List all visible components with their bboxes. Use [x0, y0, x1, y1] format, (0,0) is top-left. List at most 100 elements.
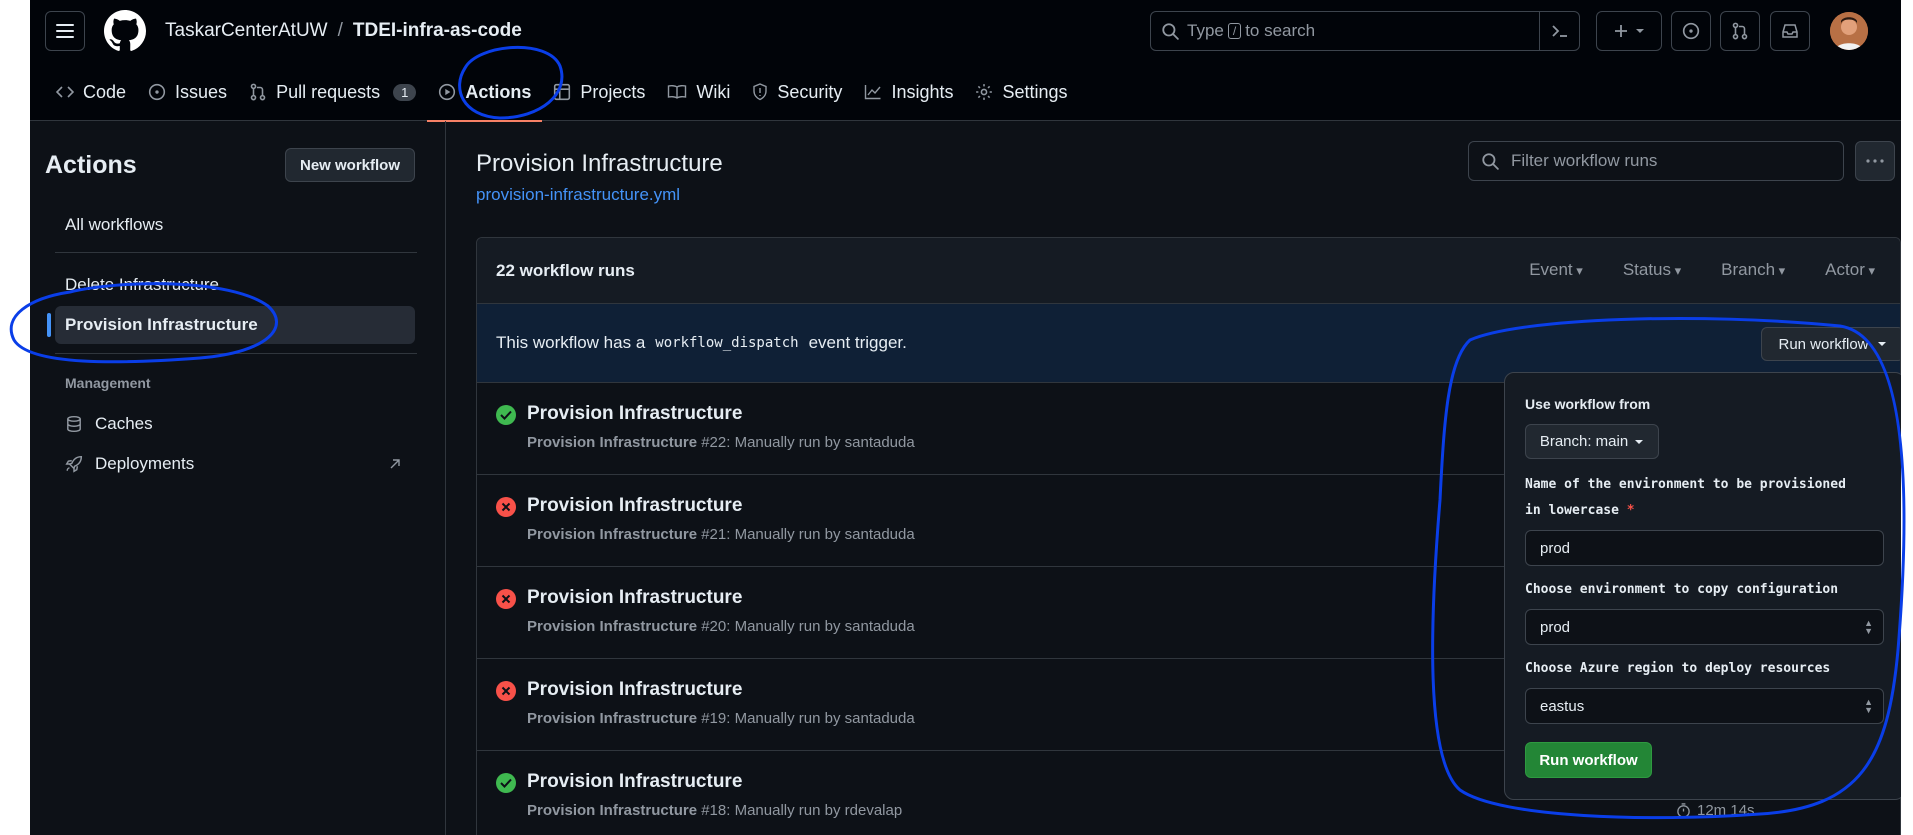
avatar-image: [1830, 12, 1868, 50]
branch-label: Branch: main: [1539, 433, 1629, 450]
tab-issues[interactable]: Issues: [137, 72, 238, 112]
tab-security[interactable]: Security: [741, 72, 853, 112]
sidebar-item-label: Deployments: [95, 454, 195, 473]
sidebar-item-provision-infrastructure[interactable]: Provision Infrastructure: [47, 306, 415, 344]
create-new-button[interactable]: [1596, 11, 1662, 51]
run-workflow-dropdown-button[interactable]: Run workflow: [1761, 327, 1900, 361]
dispatch-code: workflow_dispatch: [655, 335, 799, 351]
x-circle-icon: [496, 681, 516, 701]
run-subtitle: Provision Infrastructure #20: Manually r…: [527, 618, 915, 635]
copy-environment-label: Choose environment to copy configuration: [1525, 582, 1839, 597]
inbox-button[interactable]: [1770, 11, 1810, 51]
tab-wiki[interactable]: Wiki: [656, 72, 741, 112]
tab-insights[interactable]: Insights: [853, 72, 964, 112]
git-pull-request-icon: [250, 83, 266, 101]
run-title[interactable]: Provision Infrastructure: [527, 679, 742, 701]
repo-link[interactable]: TDEI-infra-as-code: [353, 20, 522, 42]
terminal-icon: [1551, 25, 1567, 37]
status-filter-dropdown[interactable]: Status: [1623, 260, 1681, 280]
run-title[interactable]: Provision Infrastructure: [527, 587, 742, 609]
new-workflow-button[interactable]: New workflow: [285, 148, 415, 182]
search-prefix: Type: [1187, 21, 1224, 40]
tab-actions[interactable]: Actions: [427, 72, 543, 122]
tab-label: Insights: [891, 81, 954, 102]
tab-code[interactable]: Code: [45, 72, 137, 112]
run-duration: 12m 14s: [1676, 802, 1755, 819]
run-subtitle: Provision Infrastructure #18: Manually r…: [527, 802, 902, 819]
sidebar-item-label: All workflows: [65, 215, 164, 234]
run-title[interactable]: Provision Infrastructure: [527, 495, 742, 517]
environment-name-value: prod: [1540, 539, 1571, 557]
git-pull-request-icon: [1732, 22, 1748, 40]
branch-filter-dropdown[interactable]: Branch: [1721, 260, 1785, 280]
select-arrows-icon: ▲ ▼: [1864, 618, 1873, 636]
tab-label: Issues: [175, 81, 228, 102]
sidebar-item-caches[interactable]: Caches: [55, 405, 415, 443]
workflow-file-link[interactable]: provision-infrastructure.yml: [476, 185, 680, 205]
command-palette-button[interactable]: [1539, 12, 1579, 50]
app-window: TaskarCenterAtUW / TDEI-infra-as-code Ty…: [30, 0, 1901, 835]
environment-name-label-line-2: in lowercase *: [1525, 498, 1846, 524]
breadcrumb-separator: /: [337, 20, 343, 41]
management-heading: Management: [65, 375, 151, 391]
tab-label: Security: [777, 81, 843, 102]
repo-nav-tabs: Code Issues Pull requests 1 Actions Proj…: [45, 72, 1079, 122]
tab-projects[interactable]: Projects: [542, 72, 656, 112]
run-workflow-name: Provision Infrastructure: [527, 434, 698, 451]
use-workflow-from-label: Use workflow from: [1525, 396, 1651, 412]
copy-environment-select[interactable]: prod ▲ ▼: [1525, 609, 1884, 645]
play-icon: [439, 83, 456, 101]
event-filter-dropdown[interactable]: Event: [1529, 260, 1583, 280]
sidebar-item-all-workflows[interactable]: All workflows: [55, 206, 415, 244]
github-logo-icon[interactable]: [104, 10, 146, 52]
run-workflow-name: Provision Infrastructure: [527, 618, 698, 635]
owner-link[interactable]: TaskarCenterAtUW: [165, 20, 328, 42]
azure-region-label: Choose Azure region to deploy resources: [1525, 661, 1831, 676]
run-workflow-submit-button[interactable]: Run workflow: [1525, 742, 1652, 778]
sidebar-item-label: Delete Infrastructure: [65, 275, 220, 294]
caret-down-icon: [1636, 29, 1644, 33]
dispatch-text-before: This workflow has a: [496, 333, 646, 352]
menu-button[interactable]: [45, 11, 85, 51]
filter-placeholder: Filter workflow runs: [1511, 151, 1658, 170]
run-subtitle: Provision Infrastructure #19: Manually r…: [527, 710, 915, 727]
database-icon: [67, 415, 81, 433]
kebab-horizontal-icon: [1866, 159, 1884, 163]
tab-settings[interactable]: Settings: [964, 72, 1078, 112]
issue-opened-icon: [148, 83, 166, 101]
run-detail: #18: Manually run by rdevalap: [701, 802, 903, 819]
select-arrows-icon: ▲ ▼: [1864, 697, 1873, 715]
filter-runs-input[interactable]: Filter workflow runs: [1468, 141, 1844, 181]
shield-icon: [753, 83, 768, 101]
table-icon: [554, 83, 571, 101]
avatar[interactable]: [1830, 12, 1868, 50]
sidebar-item-label: Caches: [95, 414, 153, 433]
azure-region-select[interactable]: eastus ▲ ▼: [1525, 688, 1884, 724]
sidebar-divider: [55, 353, 417, 354]
hamburger-icon: [56, 24, 74, 38]
your-issues-button[interactable]: [1671, 11, 1711, 51]
search-input[interactable]: Type / to search: [1150, 11, 1580, 51]
more-options-button[interactable]: [1855, 141, 1895, 181]
actor-filter-dropdown[interactable]: Actor: [1825, 260, 1875, 280]
plus-icon: [1615, 25, 1627, 37]
rocket-icon: [65, 455, 83, 473]
run-workflow-popover: Use workflow from Branch: main Name of t…: [1504, 372, 1901, 800]
x-circle-icon: [496, 589, 516, 609]
run-detail: #20: Manually run by santaduda: [701, 618, 915, 635]
gear-icon: [976, 84, 993, 100]
branch-select-button[interactable]: Branch: main: [1525, 424, 1659, 459]
dispatch-text-after: event trigger.: [808, 333, 907, 352]
sidebar-item-delete-infrastructure[interactable]: Delete Infrastructure: [55, 266, 415, 304]
run-title[interactable]: Provision Infrastructure: [527, 403, 742, 425]
tab-label: Wiki: [696, 81, 731, 102]
sidebar-item-deployments[interactable]: Deployments: [55, 445, 415, 483]
run-title[interactable]: Provision Infrastructure: [527, 771, 742, 793]
environment-name-input[interactable]: prod: [1525, 530, 1884, 566]
run-detail: #19: Manually run by santaduda: [701, 710, 915, 727]
caret-down-icon: [1635, 439, 1644, 444]
your-pull-requests-button[interactable]: [1720, 11, 1760, 51]
runs-filters: Event Status Branch Actor: [1529, 260, 1875, 280]
tab-pull-requests[interactable]: Pull requests 1: [238, 72, 427, 112]
search-icon: [1162, 23, 1179, 40]
